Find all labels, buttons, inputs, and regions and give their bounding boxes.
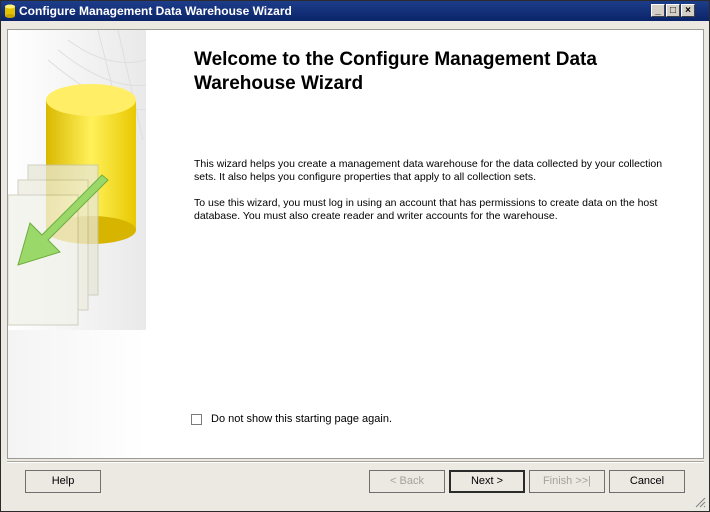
back-button[interactable]: < Back (369, 470, 445, 493)
window-title: Configure Management Data Warehouse Wiza… (19, 4, 292, 18)
footer-separator (7, 461, 704, 463)
resize-grip-icon[interactable] (694, 496, 706, 508)
minimize-icon: _ (655, 5, 661, 16)
next-button[interactable]: Next > (449, 470, 525, 493)
dont-show-again-label[interactable]: Do not show this starting page again. (211, 413, 392, 425)
maximize-icon: □ (669, 5, 677, 16)
intro-paragraph: This wizard helps you create a managemen… (194, 158, 663, 183)
help-button[interactable]: Help (25, 470, 101, 493)
wizard-window: Configure Management Data Warehouse Wiza… (0, 0, 710, 512)
permissions-paragraph: To use this wizard, you must log in usin… (194, 197, 658, 222)
maximize-button[interactable]: □ (666, 4, 680, 17)
database-cylinder-arrow-graphic (7, 29, 147, 330)
close-icon: × (685, 5, 691, 16)
title-bar[interactable]: Configure Management Data Warehouse Wiza… (1, 1, 709, 21)
wizard-content: Welcome to the Configure Management Data… (7, 29, 704, 459)
cancel-button[interactable]: Cancel (609, 470, 685, 493)
dont-show-again-checkbox[interactable] (191, 414, 202, 425)
minimize-button[interactable]: _ (651, 4, 665, 17)
database-icon (5, 4, 15, 18)
close-button[interactable]: × (681, 4, 695, 17)
side-panel (7, 29, 147, 458)
page-heading: Welcome to the Configure Management Data… (194, 49, 597, 94)
finish-button[interactable]: Finish >>| (529, 470, 605, 493)
